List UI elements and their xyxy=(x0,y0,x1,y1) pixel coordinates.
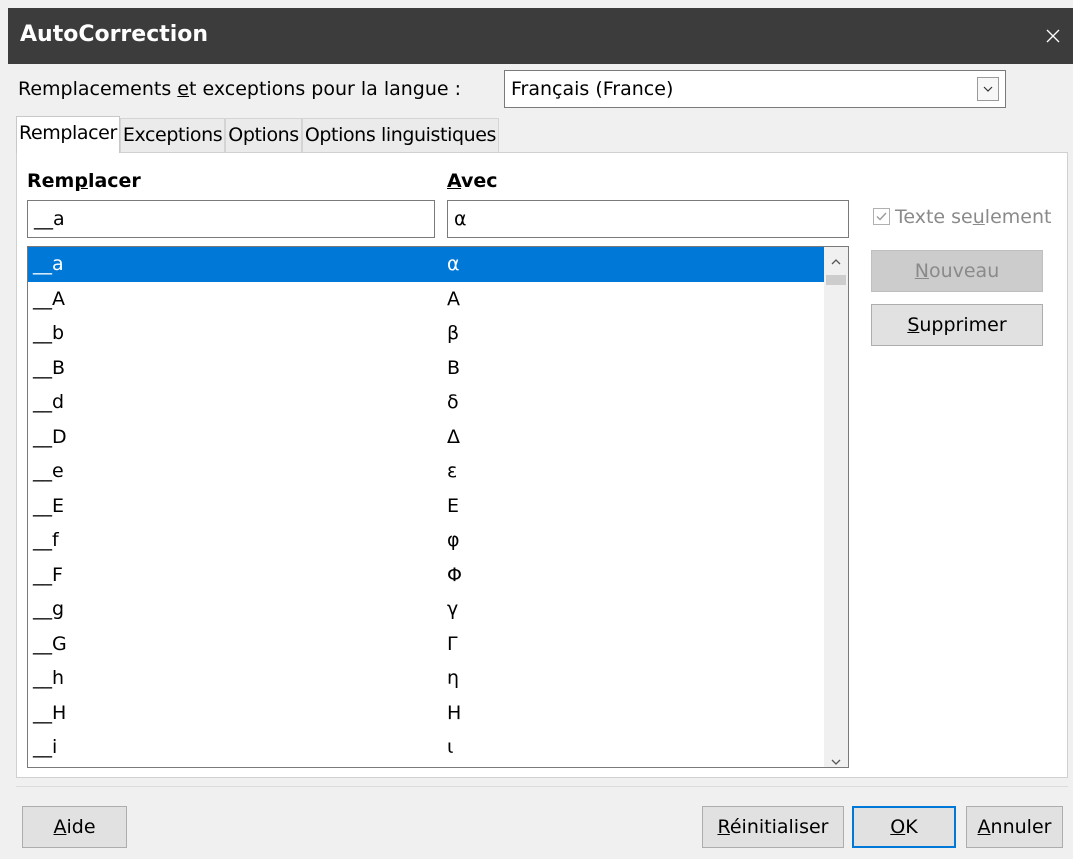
ok-button[interactable]: OK xyxy=(852,806,956,848)
cancel-button[interactable]: Annuler xyxy=(966,806,1063,848)
replace-input[interactable]: __a xyxy=(27,200,435,238)
footer-separator xyxy=(16,786,1068,787)
with-input[interactable]: α xyxy=(447,200,849,238)
list-item[interactable]: __f φ xyxy=(28,523,848,558)
replace-panel: Remplacer Avec __a α Texte seulement __a… xyxy=(16,152,1068,778)
scroll-down-icon[interactable] xyxy=(830,751,842,765)
list-item[interactable]: __H Η xyxy=(28,696,848,731)
tab-bar: Remplacer Exceptions Options Options lin… xyxy=(16,116,500,153)
language-selected-value: Français (France) xyxy=(511,78,674,100)
list-item[interactable]: __b β xyxy=(28,316,848,351)
help-button[interactable]: Aide xyxy=(22,806,127,848)
language-select[interactable]: Français (France) xyxy=(504,70,1006,108)
dialog-body: Remplacements et exceptions pour la lang… xyxy=(8,64,1073,859)
close-icon[interactable] xyxy=(1033,16,1073,56)
new-button[interactable]: Nouveau xyxy=(871,250,1043,292)
list-item[interactable]: __G Γ xyxy=(28,627,848,662)
reset-button[interactable]: Réinitialiser xyxy=(702,806,844,848)
delete-button[interactable]: Supprimer xyxy=(871,304,1043,346)
window-title: AutoCorrection xyxy=(20,22,209,47)
replace-column-header: Remplacer xyxy=(27,170,141,192)
scrollbar-thumb[interactable] xyxy=(826,275,846,285)
text-only-checkbox[interactable]: Texte seulement xyxy=(873,206,1051,228)
list-item[interactable]: __i ι xyxy=(28,730,848,765)
list-item[interactable]: __h η xyxy=(28,661,848,696)
checkmark-icon xyxy=(873,208,890,225)
tab-options[interactable]: Options xyxy=(225,118,302,152)
chevron-down-icon[interactable] xyxy=(977,77,999,101)
list-item[interactable]: __d δ xyxy=(28,385,848,420)
language-label: Remplacements et exceptions pour la lang… xyxy=(18,78,462,100)
list-item[interactable]: __F Φ xyxy=(28,558,848,593)
list-item[interactable]: __D Δ xyxy=(28,420,848,455)
scroll-up-icon[interactable] xyxy=(830,251,842,265)
tab-options-linguistiques[interactable]: Options linguistiques xyxy=(301,118,500,152)
title-bar: AutoCorrection xyxy=(8,8,1073,64)
list-item[interactable]: __e ε xyxy=(28,454,848,489)
tab-exceptions[interactable]: Exceptions xyxy=(119,118,226,152)
list-item[interactable]: __g γ xyxy=(28,592,848,627)
replacement-list[interactable]: __a α __A Α __b β __B Β __d δ __D Δ __e ε __E Ε … xyxy=(27,246,849,768)
tab-remplacer[interactable]: Remplacer xyxy=(16,116,120,153)
with-column-header: Avec xyxy=(447,170,498,192)
list-item[interactable]: __A Α xyxy=(28,282,848,317)
list-item[interactable]: __E Ε xyxy=(28,489,848,524)
text-only-label: Texte seulement xyxy=(895,206,1052,228)
list-item[interactable]: __a α xyxy=(28,247,848,282)
list-scrollbar[interactable] xyxy=(824,247,848,767)
list-item[interactable]: __B Β xyxy=(28,351,848,386)
